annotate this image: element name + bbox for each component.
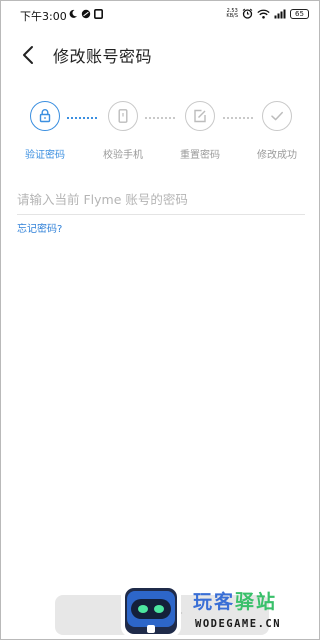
- wifi-icon: [257, 9, 270, 19]
- signal-icon: [274, 9, 286, 18]
- phone-icon: [118, 109, 128, 123]
- robot-logo-icon: [121, 585, 181, 637]
- forgot-password-link[interactable]: 忘记密码?: [17, 220, 62, 235]
- net-speed-unit: KB/S: [226, 12, 238, 19]
- back-arrow-icon[interactable]: [19, 43, 39, 67]
- page-title: 修改账号密码: [53, 47, 153, 66]
- watermark-domain: WODEGAME.CN: [195, 618, 282, 630]
- step-label: 重置密码: [180, 150, 220, 161]
- moon-icon: [69, 9, 77, 18]
- battery-indicator: 65: [290, 8, 309, 19]
- check-icon: [271, 111, 283, 121]
- step-success: 修改成功: [247, 101, 307, 161]
- screen: 下午3:00 2.53 KB/S 65 修改账号密码 验证密码 校验手机 重置密…: [0, 0, 320, 640]
- edit-icon: [194, 109, 206, 123]
- status-icons-left: [68, 9, 103, 19]
- progress-steps: 验证密码 校验手机 重置密码 修改成功: [1, 101, 319, 171]
- step-label: 修改成功: [257, 150, 297, 161]
- step-verify-phone: 校验手机: [93, 101, 153, 161]
- notification-icon: [94, 9, 103, 19]
- step-label: 校验手机: [103, 150, 143, 161]
- step-circle: [108, 101, 138, 131]
- status-bar: 下午3:00 2.53 KB/S 65: [1, 1, 319, 29]
- step-reset-password: 重置密码: [170, 101, 230, 161]
- step-circle: [30, 101, 60, 131]
- step-verify-password: 验证密码: [15, 101, 75, 161]
- watermark: 玩客驿站 WODEGAME.CN: [115, 581, 319, 639]
- status-icons-right: 2.53 KB/S 65: [226, 8, 309, 19]
- step-circle: [185, 101, 215, 131]
- password-field-wrapper: [17, 187, 305, 215]
- watermark-brand-right: 驿站: [235, 591, 278, 613]
- step-circle: [262, 101, 292, 131]
- alarm-icon: [242, 8, 253, 19]
- watermark-brand-left: 玩客: [193, 591, 236, 613]
- status-time: 下午3:00: [20, 10, 67, 23]
- net-speed: 2.53 KB/S: [226, 8, 238, 19]
- current-password-input[interactable]: [17, 187, 305, 211]
- lock-icon: [39, 109, 51, 123]
- top-bar: 修改账号密码: [1, 33, 319, 77]
- shell-icon: [81, 9, 91, 19]
- step-label: 验证密码: [25, 150, 65, 161]
- watermark-brand: 玩客驿站: [193, 587, 277, 614]
